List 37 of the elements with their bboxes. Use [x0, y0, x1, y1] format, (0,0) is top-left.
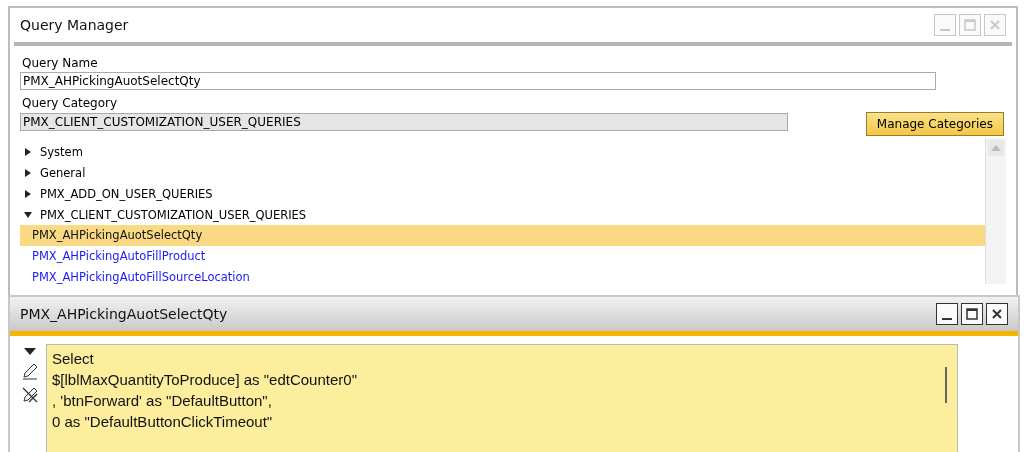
category-item[interactable]: PMX_CLIENT_CUSTOMIZATION_USER_QUERIES	[40, 207, 307, 222]
window-title: Query Manager	[20, 17, 129, 33]
category-item[interactable]: PMX_ADD_ON_USER_QUERIES	[40, 186, 213, 201]
query-name-field[interactable]: PMX_AHPickingAuotSelectQty	[20, 72, 936, 90]
caret-down-icon[interactable]	[24, 210, 32, 219]
close-button[interactable]	[986, 303, 1008, 325]
code-line: Select	[52, 349, 95, 369]
caret-down-icon[interactable]	[24, 348, 36, 356]
query-category-field[interactable]: PMX_CLIENT_CUSTOMIZATION_USER_QUERIES	[20, 113, 788, 131]
scrollbar-thumb[interactable]	[945, 367, 947, 403]
maximize-icon	[963, 18, 977, 32]
maximize-icon	[965, 307, 979, 321]
query-item[interactable]: PMX_AHPickingAutoFillProduct	[20, 246, 985, 267]
close-icon	[990, 307, 1004, 321]
category-item[interactable]: General	[40, 165, 86, 180]
query-editor[interactable]: Select $[lblMaxQuantityToProduce] as "edtCounter0" , 'btnForward' as "DefaultButton", 0 as "DefaultButtonClickTimeout"	[46, 344, 958, 452]
caret-right-icon[interactable]	[24, 147, 32, 156]
minimize-icon	[942, 318, 952, 320]
code-line: $[lblMaxQuantityToProduce] as "edtCounter0"	[52, 370, 358, 390]
field-label: Query Category	[22, 96, 119, 110]
query-item[interactable]: PMX_AHPickingAutoFillSourceLocation	[20, 267, 985, 288]
manage-categories-button[interactable]: Manage Categories	[865, 112, 1004, 136]
field-label: Query Name	[22, 56, 99, 70]
caret-right-icon[interactable]	[24, 189, 32, 198]
scrollbar[interactable]	[985, 138, 1006, 284]
pencil-icon[interactable]	[21, 362, 39, 380]
minimize-icon	[940, 29, 950, 31]
erase-pencil-icon[interactable]	[21, 386, 39, 404]
minimize-button[interactable]	[936, 303, 958, 325]
query-item[interactable]: PMX_AHPickingAuotSelectQty	[20, 225, 985, 246]
category-item[interactable]: System	[40, 144, 83, 159]
caret-right-icon[interactable]	[24, 168, 32, 177]
maximize-button[interactable]	[961, 303, 983, 325]
code-line: 0 as "DefaultButtonClickTimeout"	[52, 412, 274, 432]
code-line: , 'btnForward' as "DefaultButton",	[52, 391, 273, 411]
window-title: PMX_AHPickingAuotSelectQty	[20, 306, 228, 322]
close-icon	[988, 18, 1002, 32]
